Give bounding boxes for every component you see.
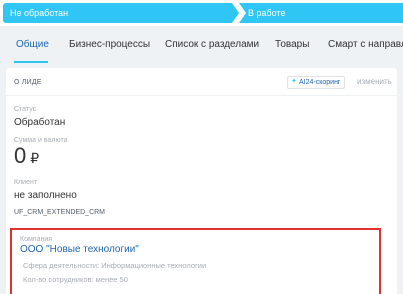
active-tab-indicator	[14, 61, 48, 63]
client-label: Клиент	[14, 179, 38, 186]
status-label: Статус	[14, 106, 37, 113]
tab-business-processes[interactable]: Бизнес-процессы	[69, 39, 150, 50]
tab-section-list[interactable]: Список с разделами	[165, 39, 259, 50]
ai-sparkle-icon: ✦	[291, 78, 297, 85]
tab-general[interactable]: Общие	[16, 39, 49, 50]
ai-scoring-label: AI24-скоринг	[299, 79, 341, 86]
tab-bar: Общие Бизнес-процессы Список с разделами…	[0, 26, 403, 66]
stage-in-progress[interactable]: В работе	[239, 3, 403, 23]
lead-info-card: О ЛИДЕ ✦ AI24-скоринг изменить Статус Об…	[6, 68, 397, 294]
client-value: не заполнено	[14, 190, 77, 201]
tab-products[interactable]: Товары	[275, 39, 309, 50]
company-name-link[interactable]: ООО "Новые технологии"	[20, 244, 139, 255]
sum-value: 0 ₽	[14, 145, 68, 169]
card-title: О ЛИДЕ	[14, 79, 42, 86]
currency-symbol: ₽	[30, 150, 40, 166]
edit-link[interactable]: изменить	[357, 77, 392, 86]
company-label: Компания	[20, 236, 53, 243]
card-header: О ЛИДЕ ✦ AI24-скоринг изменить	[6, 68, 397, 96]
client-field[interactable]: Клиент не заполнено	[14, 179, 77, 201]
stage-bar: Не обработан В работе	[0, 0, 403, 26]
tab-smart-process[interactable]: Смарт с направле	[328, 39, 403, 50]
stage-not-processed[interactable]: Не обработан	[3, 3, 239, 23]
sum-amount: 0	[14, 143, 27, 168]
company-industry: Сфера деятельности: Информационные техно…	[23, 261, 207, 270]
status-field[interactable]: Статус Обработан	[14, 106, 65, 128]
status-value: Обработан	[14, 117, 66, 128]
sum-field[interactable]: Сумма и валюта 0 ₽	[14, 137, 68, 169]
company-employees: Кол-во сотрудников: менее 50	[23, 275, 128, 284]
company-block[interactable]: Компания ООО "Новые технологии" Сфера де…	[10, 228, 381, 294]
ai-scoring-button[interactable]: ✦ AI24-скоринг	[287, 76, 345, 89]
uf-crm-field: UF_CRM_EXTENDED_CRM	[14, 209, 106, 216]
